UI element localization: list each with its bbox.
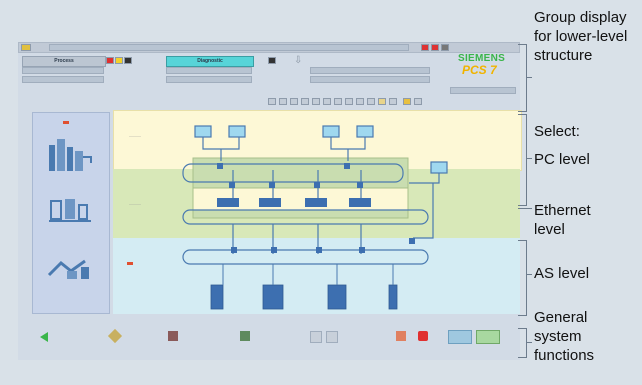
pc-station-icon[interactable] [194, 125, 212, 138]
arrow-pair-icon[interactable] [476, 330, 500, 344]
callout-select: Select: [534, 123, 580, 140]
alarm-icon[interactable] [396, 331, 406, 341]
alarm-badge [63, 121, 69, 124]
level-button[interactable] [290, 98, 298, 105]
as-station-icon[interactable] [349, 198, 371, 207]
plant-unit-icon[interactable] [47, 249, 95, 289]
status-indicator[interactable] [441, 44, 449, 51]
group-display-brace [518, 44, 527, 112]
date-field [450, 87, 516, 94]
pc-station-icon[interactable] [430, 161, 448, 174]
pc-level-brace [518, 114, 527, 206]
io-rack-icon[interactable] [327, 284, 347, 310]
io-rack-icon[interactable] [262, 284, 284, 310]
level-button[interactable] [334, 98, 342, 105]
tool-icon[interactable] [107, 328, 123, 344]
tab-process-label: Process [54, 58, 74, 64]
as-level-brace [518, 240, 527, 316]
io-rack-icon[interactable] [210, 284, 224, 310]
function-bar [18, 328, 520, 348]
level-toolbar [268, 98, 518, 107]
area-field[interactable] [166, 76, 252, 83]
level-button[interactable] [268, 98, 276, 105]
level-button[interactable] [367, 98, 375, 105]
level-button[interactable] [323, 98, 331, 105]
pcs7-logo: PCS 7 [462, 63, 497, 77]
plant-unit-icon[interactable] [47, 133, 95, 177]
callout-as-level: AS level [534, 265, 590, 282]
diag-alarm-button[interactable] [268, 57, 276, 64]
blank-button[interactable] [310, 331, 322, 343]
level-button[interactable] [345, 98, 353, 105]
green-arrow-left-icon[interactable] [40, 332, 48, 342]
arrow-pair-icon[interactable] [448, 330, 472, 344]
brace-tick [526, 274, 532, 275]
level-button[interactable] [378, 98, 386, 105]
level-button[interactable] [301, 98, 309, 105]
alarm-indicator[interactable] [421, 44, 429, 51]
brace-tick [526, 158, 532, 159]
tab-diagnostic[interactable]: Diagnostic [166, 56, 254, 67]
callout-general-functions: General system functions [534, 309, 595, 364]
level-button[interactable] [414, 98, 422, 105]
callout-panel: Group display for lower-level structure … [512, 0, 642, 385]
as-station-icon[interactable] [259, 198, 281, 207]
black-alarm-button[interactable] [124, 57, 132, 64]
switch-icon[interactable] [344, 163, 350, 169]
io-rack-icon[interactable] [388, 284, 398, 310]
level-button[interactable] [403, 98, 411, 105]
red-alarm-button[interactable] [106, 57, 114, 64]
level-tag: ——— [129, 133, 141, 138]
plant-sidebar [32, 112, 110, 314]
terminal-bus [182, 249, 429, 265]
level-button[interactable] [312, 98, 320, 105]
tab-process[interactable]: Process [22, 56, 106, 67]
window-menu-button[interactable] [21, 44, 31, 51]
callout-pc-level: PC level [534, 151, 590, 168]
stop-icon[interactable] [418, 331, 428, 341]
brace-tick [526, 342, 532, 343]
callout-ethernet-level: Ethernet level [534, 202, 591, 238]
diagnostic-screen: Process Diagnostic ⇩ SIEMENS PCS 7 ——— —… [18, 42, 522, 360]
as-station-icon[interactable] [217, 198, 239, 207]
area-field[interactable] [22, 67, 104, 74]
network-topology: ——— ——— [127, 125, 448, 310]
switch-icon[interactable] [217, 163, 223, 169]
functions-brace [518, 328, 527, 358]
area-field[interactable] [166, 67, 252, 74]
callout-group-display: Group display for lower-level structure [534, 9, 628, 64]
tab-diagnostic-label: Diagnostic [197, 58, 223, 64]
as-station-icon[interactable] [305, 198, 327, 207]
title-bar [18, 42, 520, 53]
pc-station-icon[interactable] [356, 125, 374, 138]
pc-station-icon[interactable] [228, 125, 246, 138]
brace-tick [526, 77, 532, 78]
title-field [49, 44, 409, 51]
level-tag: ——— [129, 201, 141, 206]
as-alarm-badge [127, 262, 133, 265]
tree-icon[interactable] [240, 331, 250, 341]
printer-icon[interactable] [168, 331, 178, 341]
level-button[interactable] [389, 98, 397, 105]
level-button[interactable] [356, 98, 364, 105]
brace-tick [518, 208, 532, 209]
yellow-alarm-button[interactable] [115, 57, 123, 64]
area-field[interactable] [310, 76, 430, 83]
area-field[interactable] [310, 67, 430, 74]
pc-station-icon[interactable] [322, 125, 340, 138]
plant-unit-icon[interactable] [47, 191, 95, 231]
level-button[interactable] [279, 98, 287, 105]
warning-indicator[interactable] [431, 44, 439, 51]
area-field[interactable] [22, 76, 104, 83]
download-arrow-icon[interactable]: ⇩ [294, 55, 302, 66]
blank-button[interactable] [326, 331, 338, 343]
